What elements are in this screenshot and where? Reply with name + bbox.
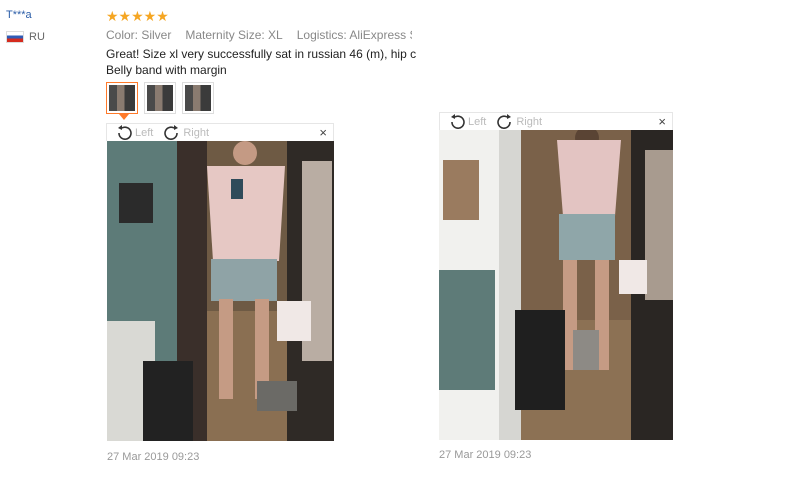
close-viewer-button[interactable]: × <box>658 114 666 129</box>
thumbnail-image <box>147 85 173 111</box>
rotate-left-button[interactable]: Left <box>115 124 154 141</box>
thumbnail-image <box>109 85 135 111</box>
thumbnail-image <box>185 85 211 111</box>
rotate-left-icon <box>451 113 465 129</box>
logistics-info: Logistics: AliExpress Standard Shipping <box>296 28 412 42</box>
order-info: Color: Silver Maternity Size: XL Logisti… <box>106 28 412 42</box>
thumbnail-strip <box>106 82 214 114</box>
mirror-back-view-image <box>439 130 673 440</box>
rotate-right-icon <box>164 124 179 140</box>
rotate-right-icon <box>497 113 512 129</box>
rotate-left-button[interactable]: Left <box>448 113 487 130</box>
rating-stars: ★★★★★ <box>106 8 169 24</box>
review-text-line: Great! Size xl very successfully sat in … <box>106 47 416 61</box>
review-photo-2[interactable] <box>439 130 673 440</box>
rotate-left-label: Left <box>135 126 154 139</box>
size-info: Maternity Size: XL <box>185 28 283 42</box>
review-date: 27 Mar 2019 09:23 <box>439 449 532 461</box>
russia-flag-icon <box>6 31 24 43</box>
rotate-right-button[interactable]: Right <box>163 124 210 141</box>
reviewer-country: RU <box>6 31 45 43</box>
review-text: Great! Size xl very successfully sat in … <box>106 46 416 78</box>
thumbnail-3[interactable] <box>182 82 214 114</box>
color-info: Color: Silver <box>106 28 172 42</box>
mirror-selfie-image <box>107 141 334 441</box>
review-date: 27 Mar 2019 09:23 <box>107 451 200 463</box>
active-thumb-caret <box>119 114 129 120</box>
rotate-right-label: Right <box>183 126 210 139</box>
rotate-left-label: Left <box>468 115 487 128</box>
country-code: RU <box>29 31 45 43</box>
image-viewer-toolbar: Left Right × <box>106 123 334 141</box>
thumbnail-2[interactable] <box>144 82 176 114</box>
close-viewer-button[interactable]: × <box>319 125 327 140</box>
thumbnail-1[interactable] <box>106 82 138 114</box>
image-viewer-toolbar: Left Right × <box>439 112 673 130</box>
reviewer-name[interactable]: T***a <box>6 9 32 21</box>
review-text-line: Belly band with margin <box>106 63 227 77</box>
rotate-left-icon <box>118 124 132 140</box>
review-photo-1[interactable] <box>107 141 334 441</box>
rotate-right-button[interactable]: Right <box>496 113 543 130</box>
rotate-right-label: Right <box>516 115 543 128</box>
